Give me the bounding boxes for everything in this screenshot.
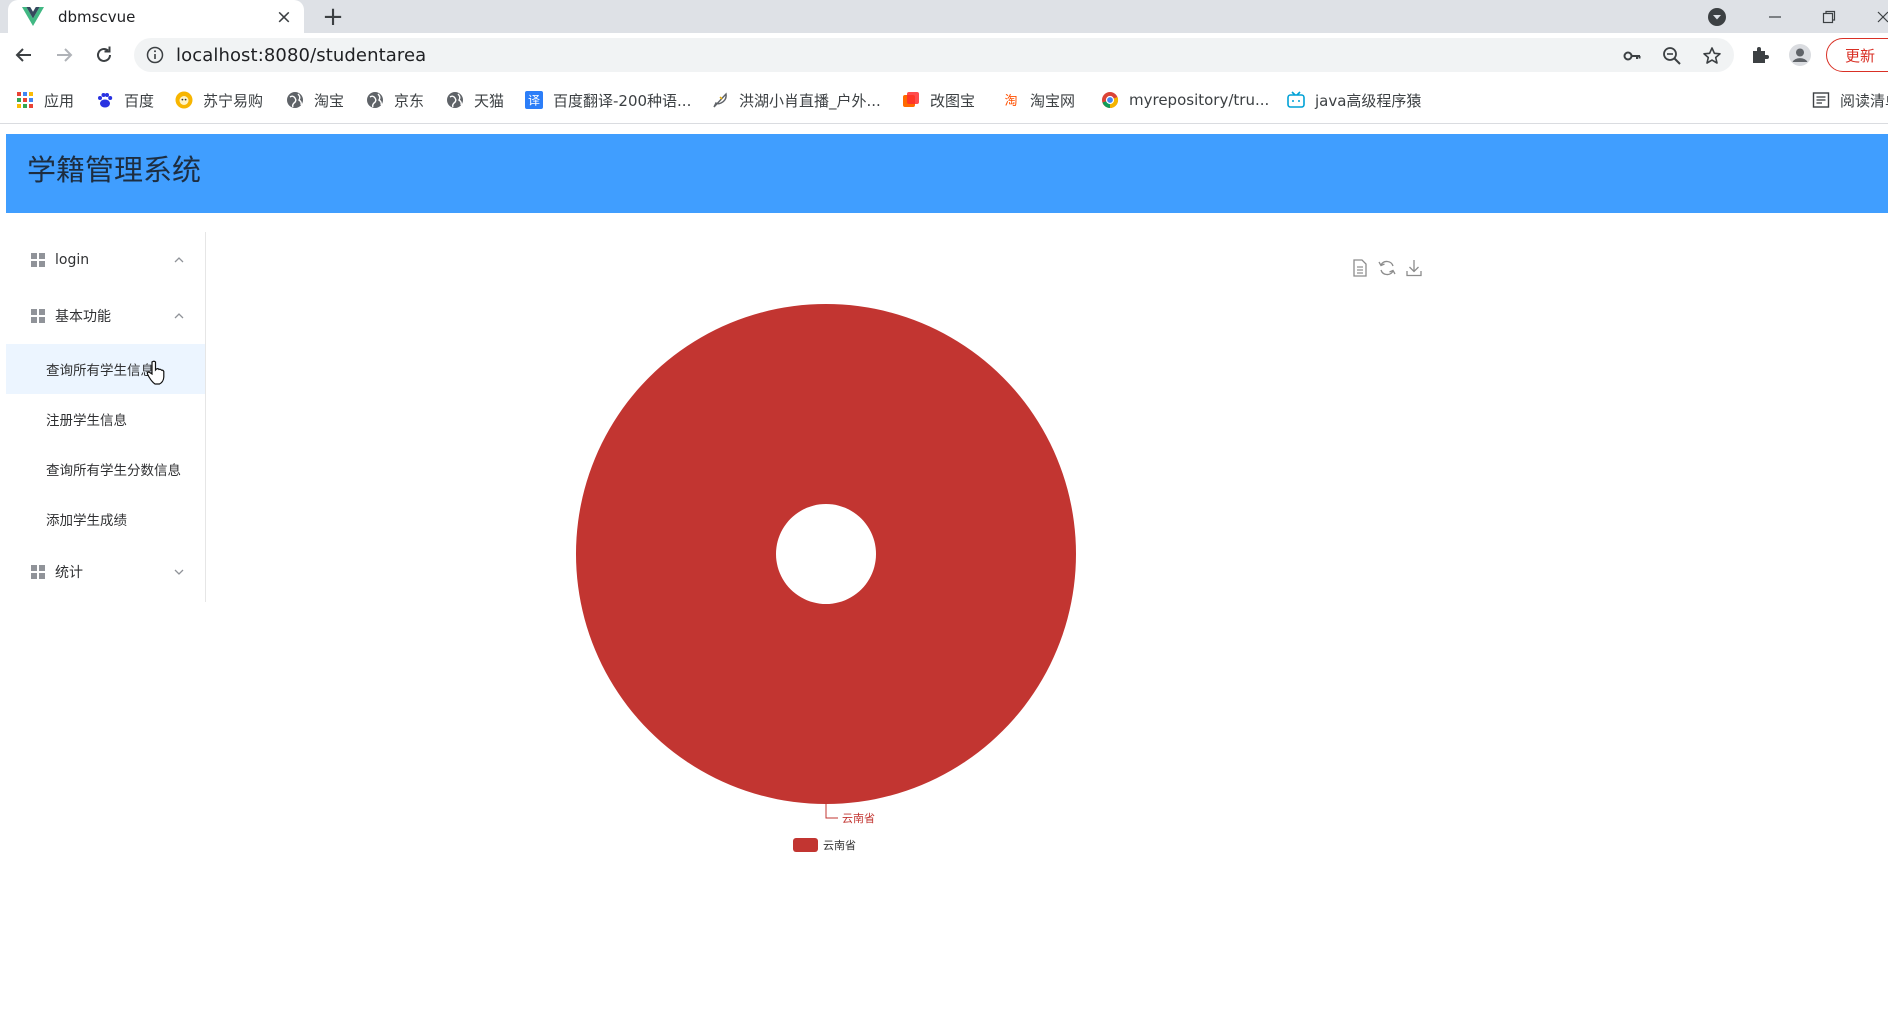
tab-close-icon[interactable]: × — [272, 5, 296, 29]
taobao-icon: 淘 — [1002, 91, 1020, 109]
svg-text:译: 译 — [528, 94, 540, 108]
sidebar-group-basic-functions[interactable]: 基本功能 — [6, 288, 205, 344]
chevron-up-icon — [174, 257, 184, 263]
bookmark-honghu-live[interactable]: 洪湖小肖直播_户外... — [711, 89, 881, 111]
bookmark-label: 洪湖小肖直播_户外... — [739, 91, 881, 110]
back-icon[interactable] — [8, 39, 40, 71]
translate-icon: 译 — [525, 91, 543, 109]
restore-window-icon[interactable] — [1804, 0, 1854, 33]
bookmark-label: 改图宝 — [930, 91, 976, 110]
bookmark-gaitubao[interactable]: 改图宝 — [902, 89, 975, 111]
label-leader-line — [825, 804, 838, 819]
sidebar-group-login[interactable]: login — [6, 232, 205, 288]
vue-logo-icon — [22, 6, 44, 27]
hand-cursor-icon — [146, 360, 165, 385]
minimize-icon[interactable] — [1750, 0, 1800, 33]
sidebar-item-query-all-students[interactable]: 查询所有学生信息 — [6, 344, 205, 394]
apps-grid-icon — [16, 91, 34, 109]
address-bar[interactable]: localhost:8080/studentarea — [134, 38, 1734, 72]
bookmark-label: 天猫 — [474, 91, 505, 110]
sidebar-item-add-score[interactable]: 添加学生成绩 — [6, 494, 205, 544]
bookmark-label: 苏宁易购 — [203, 91, 264, 110]
legend-swatch[interactable] — [793, 838, 818, 852]
globe-icon — [446, 91, 464, 109]
globe-icon — [286, 91, 304, 109]
bookmark-label: java高级程序猿 — [1315, 91, 1422, 110]
bilibili-tv-icon — [1287, 91, 1305, 109]
menu-grid-icon — [31, 565, 45, 579]
browser-toolbar: localhost:8080/studentarea 更新 — [0, 33, 1888, 77]
sidebar-group-label: 基本功能 — [55, 309, 111, 325]
menu-grid-icon — [31, 253, 45, 267]
baidu-paw-icon — [96, 91, 114, 109]
url-text: localhost:8080/studentarea — [176, 44, 427, 66]
feather-icon — [711, 91, 729, 109]
bookmark-label: 淘宝 — [314, 91, 345, 110]
tab-search-icon[interactable] — [1706, 6, 1728, 28]
extensions-puzzle-icon[interactable] — [1748, 43, 1772, 67]
bookmark-label: 百度 — [124, 91, 155, 110]
sidebar-item-label: 查询所有学生分数信息 — [46, 463, 181, 479]
reading-list[interactable]: 阅读清单 — [1812, 89, 1888, 111]
app-header: 学籍管理系统 — [6, 134, 1888, 213]
profile-avatar-icon[interactable] — [1788, 43, 1812, 67]
bookmark-taobao[interactable]: 淘宝 — [286, 89, 344, 111]
sidebar-group-statistics[interactable]: 统计 — [6, 544, 205, 600]
update-button[interactable]: 更新 — [1826, 38, 1888, 72]
bookmark-java-coder[interactable]: java高级程序猿 — [1287, 89, 1421, 111]
tab-title: dbmscvue — [58, 7, 136, 26]
bookmark-star-icon[interactable] — [1700, 44, 1724, 68]
gaitubao-icon — [902, 91, 920, 109]
forward-icon[interactable] — [48, 39, 80, 71]
reload-icon[interactable] — [88, 39, 120, 71]
bookmark-jd[interactable]: 京东 — [366, 89, 424, 111]
sidebar-group-label: 统计 — [55, 565, 83, 581]
slice-label: 云南省 — [842, 812, 875, 825]
zoom-icon[interactable] — [1660, 44, 1684, 68]
page-title: 学籍管理系统 — [27, 153, 202, 187]
bookmark-suning[interactable]: 苏宁易购 — [175, 89, 263, 111]
site-info-icon[interactable] — [146, 46, 164, 64]
new-tab-icon[interactable]: + — [318, 2, 348, 32]
bookmark-label: 百度翻译-200种语... — [553, 91, 692, 110]
data-view-icon[interactable] — [1350, 258, 1370, 278]
restore-icon[interactable] — [1377, 258, 1397, 278]
pie-slice[interactable] — [575, 304, 1076, 804]
bookmark-label: 京东 — [394, 91, 425, 110]
bookmark-tmall[interactable]: 天猫 — [446, 89, 504, 111]
sidebar-menu: login 基本功能 查询所有学生信息 注册学生信息 查询所有学生分数信息 添加… — [6, 232, 206, 602]
sidebar-item-label: 注册学生信息 — [46, 413, 127, 429]
chevron-down-icon — [174, 569, 184, 575]
sidebar-group-label: login — [55, 252, 90, 268]
bookmark-myrepository[interactable]: myrepository/tru... — [1101, 89, 1269, 111]
chevron-up-icon — [174, 313, 184, 319]
bookmark-label: 应用 — [44, 91, 75, 110]
close-window-icon[interactable] — [1858, 0, 1888, 33]
browser-tab-strip: dbmscvue × + — [0, 0, 1888, 33]
bookmark-label: 淘宝网 — [1030, 91, 1076, 110]
bookmark-baidu-translate[interactable]: 译 百度翻译-200种语... — [525, 89, 691, 111]
legend-label[interactable]: 云南省 — [823, 839, 856, 852]
province-pie-chart: 云南省 云南省 — [210, 240, 1460, 880]
sidebar-item-query-all-scores[interactable]: 查询所有学生分数信息 — [6, 444, 205, 494]
reading-list-label: 阅读清单 — [1840, 91, 1888, 110]
globe-icon — [366, 91, 384, 109]
password-key-icon[interactable] — [1620, 44, 1644, 68]
browser-tab[interactable]: dbmscvue × — [8, 0, 304, 33]
sidebar-item-label: 添加学生成绩 — [46, 513, 127, 529]
bookmark-label: myrepository/tru... — [1129, 91, 1270, 109]
suning-lion-icon — [175, 91, 193, 109]
sidebar-item-register-student[interactable]: 注册学生信息 — [6, 394, 205, 444]
bookmark-baidu[interactable]: 百度 — [96, 89, 154, 111]
reading-list-icon — [1812, 91, 1830, 109]
bookmarks-bar: 应用 百度 苏宁易购 淘宝 京东 天猫 译 百度翻译-200种语... 洪湖小肖… — [0, 77, 1888, 124]
bookmark-apps[interactable]: 应用 — [16, 89, 74, 111]
save-image-icon[interactable] — [1404, 258, 1424, 278]
sidebar-item-label: 查询所有学生信息 — [46, 363, 154, 379]
chrome-web-icon — [1101, 91, 1119, 109]
pie-plot: 云南省云南省 — [575, 304, 1076, 852]
bookmark-taobaowang[interactable]: 淘 淘宝网 — [1002, 89, 1075, 111]
menu-grid-icon — [31, 309, 45, 323]
svg-text:淘: 淘 — [1004, 94, 1017, 109]
